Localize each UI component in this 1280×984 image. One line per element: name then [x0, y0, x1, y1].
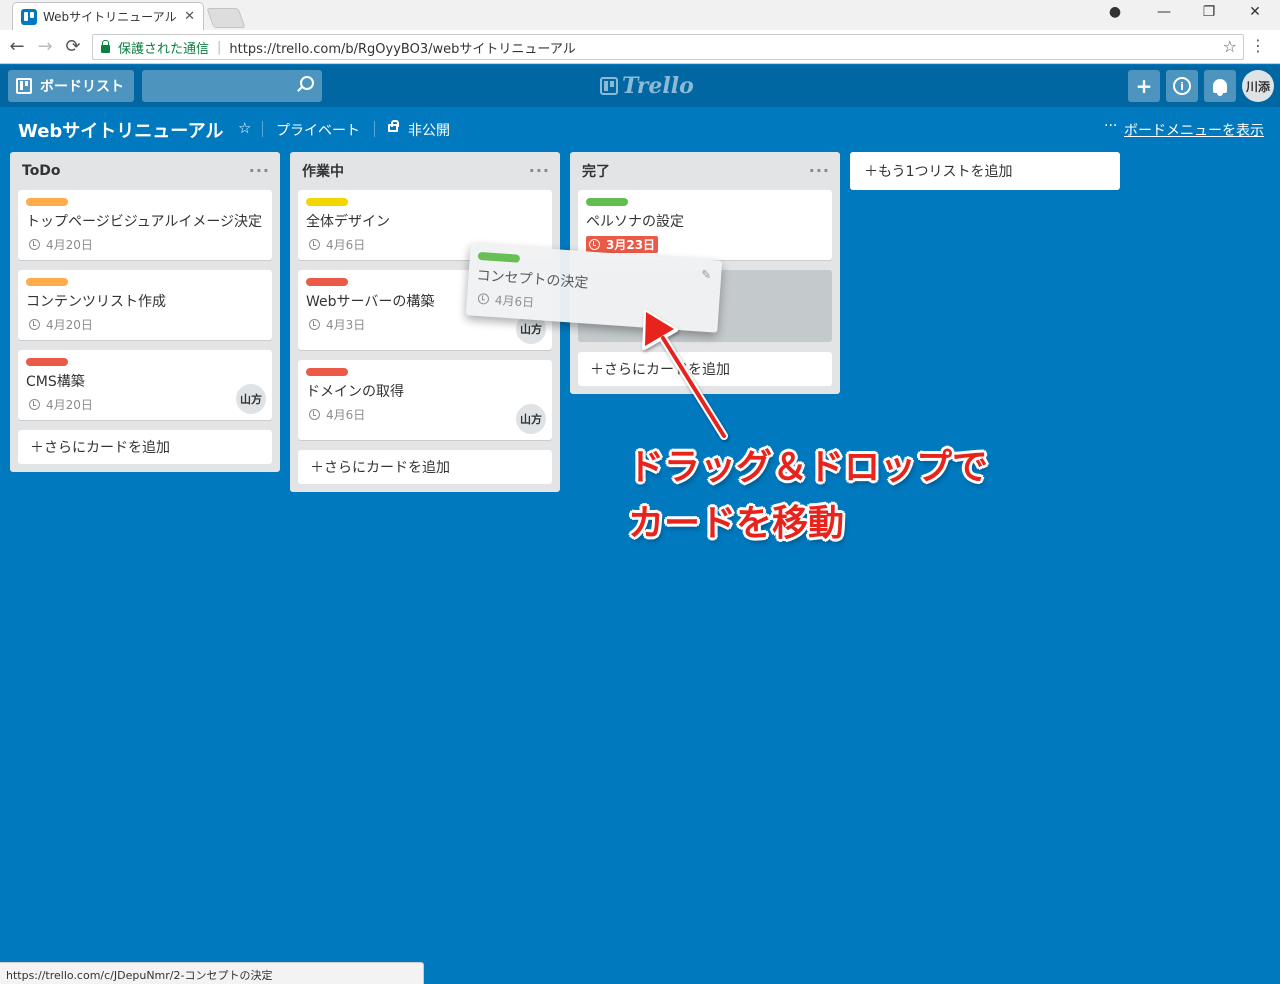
annotation-text: ドラッグ＆ドロップで カードを移動: [628, 440, 988, 552]
annotation-line-1: ドラッグ＆ドロップで: [628, 447, 989, 488]
annotation-line-2: カードを移動: [628, 503, 845, 544]
browser-status-bar: https://trello.com/c/JDepuNmr/2-コンセプトの決定: [0, 962, 424, 984]
